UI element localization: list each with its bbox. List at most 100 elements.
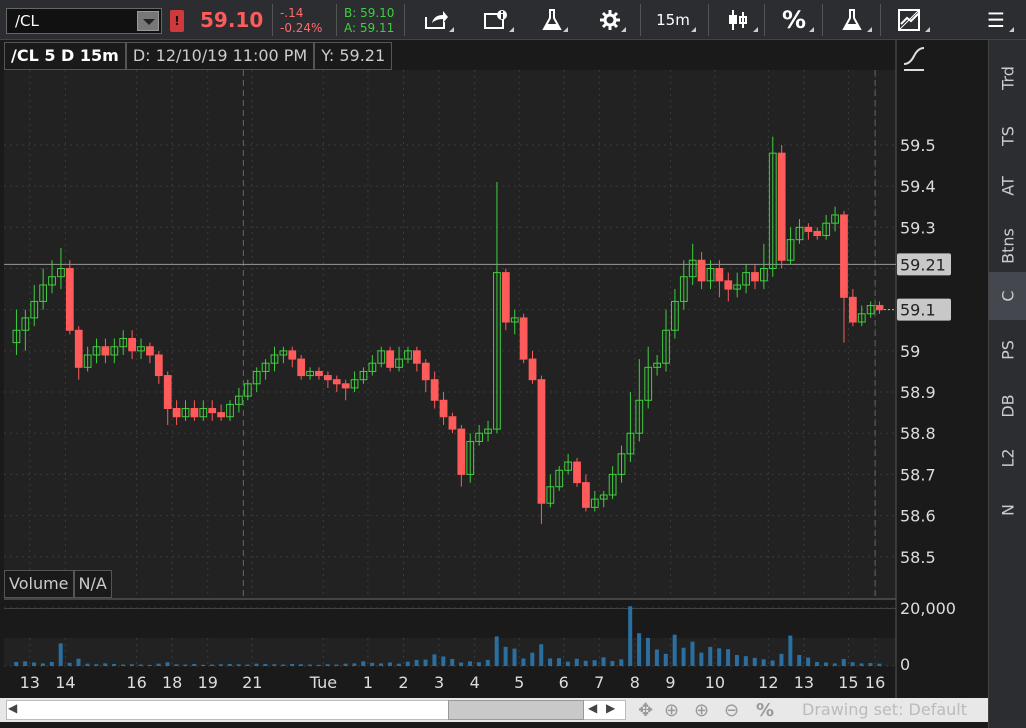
tab-db[interactable]: DB [989, 382, 1026, 430]
studies-button[interactable] [536, 6, 568, 34]
scroll-left-icon[interactable]: ◀ [588, 701, 597, 715]
tab-trade[interactable]: Trd [989, 54, 1026, 102]
volume-bar [432, 654, 437, 666]
drawings-button[interactable] [890, 6, 930, 34]
time-tick-label: 5 [514, 673, 524, 692]
volume-bar [690, 641, 695, 666]
gear-icon [600, 10, 620, 30]
timeframe-button[interactable]: 15m [650, 6, 696, 34]
candle-body [840, 214, 848, 298]
candle-body [323, 375, 332, 381]
volume-bar [325, 664, 330, 666]
chart-area[interactable]: 59.559.459.359.259.15958.958.858.758.658… [0, 40, 988, 698]
volume-bar [32, 662, 37, 666]
crosshair-icon[interactable]: ⊕ [664, 700, 679, 721]
volume-bar [343, 663, 348, 666]
candle-body [457, 428, 466, 475]
tab-buttons[interactable]: Btns [989, 222, 1026, 270]
chart-symbol-label[interactable]: /CL 5 D 15m [4, 42, 126, 70]
volume-bar [405, 661, 410, 666]
zoom-out-icon[interactable]: ⊖ [724, 700, 739, 721]
volume-bar [396, 663, 401, 666]
info-button[interactable] [478, 6, 514, 34]
symbol-selector[interactable]: /CL [6, 8, 162, 34]
volume-bar [601, 657, 606, 666]
volume-bar [654, 649, 659, 666]
volume-bar [281, 664, 286, 666]
hamburger-icon: ☰ [987, 8, 1005, 32]
volume-bar [734, 654, 739, 666]
candle-body [217, 412, 225, 418]
volume-bar [183, 664, 188, 666]
volume-bar [174, 664, 179, 666]
time-tick-label: 9 [665, 673, 675, 692]
zoom-in-icon[interactable]: ⊕ [694, 700, 709, 721]
tab-active-trader[interactable]: AT [989, 162, 1026, 210]
symbol-dropdown-icon[interactable] [137, 11, 159, 31]
toolbar-divider [822, 4, 823, 36]
volume-bar [699, 652, 704, 666]
candle-body [439, 399, 448, 418]
time-tick-label: Tue [309, 673, 337, 692]
volume-label[interactable]: Volume [4, 570, 74, 598]
pan-icon[interactable]: ✥ [638, 700, 653, 721]
volume-bar [485, 659, 490, 666]
candle-body [412, 350, 421, 364]
tab-ps[interactable]: PS [989, 326, 1026, 374]
volume-bar [307, 664, 312, 666]
candle-body [146, 346, 154, 356]
share-button[interactable] [418, 6, 454, 34]
candle-body [163, 375, 172, 410]
tab-news[interactable]: N [989, 486, 1026, 534]
volume-bar [832, 663, 837, 666]
volume-bar [352, 663, 357, 666]
chart-header: /CL 5 D 15m D: 12/10/19 11:00 PM Y: 59.2… [4, 42, 393, 70]
volume-bar [290, 663, 295, 666]
candle-body [341, 383, 350, 389]
time-tick-label: 8 [630, 673, 640, 692]
alert-icon[interactable]: ! [170, 10, 184, 32]
expand-chart-button[interactable] [900, 44, 930, 72]
flask-icon [842, 9, 862, 30]
tab-chart[interactable]: C [989, 272, 1026, 320]
tab-label: AT [998, 176, 1018, 196]
time-tick-label: 21 [242, 673, 262, 692]
expand-icon [903, 47, 925, 71]
volume-bar [121, 664, 126, 666]
percent-button[interactable]: % [774, 6, 814, 34]
candle-body [430, 379, 439, 401]
price-marker-label: 59.21 [900, 255, 946, 274]
time-tick-label: 3 [434, 673, 444, 692]
percent-zoom-icon[interactable]: % [756, 700, 774, 721]
price-tick-label: 59.5 [900, 136, 936, 155]
candle-body [74, 329, 83, 368]
tab-level2[interactable]: L2 [989, 434, 1026, 482]
candle-body [875, 305, 884, 311]
settings-button[interactable] [594, 6, 626, 34]
tab-label: L2 [998, 448, 1018, 468]
scroll-thumb[interactable] [448, 700, 584, 720]
menu-button[interactable]: ☰ [978, 6, 1014, 34]
drawing-set-label[interactable]: Drawing set: Default [802, 700, 967, 719]
change-value: -.14 [280, 6, 304, 20]
chart-style-button[interactable] [718, 6, 758, 34]
volume-bar [806, 657, 811, 666]
info-icon [484, 10, 507, 29]
volume-bar [539, 644, 544, 666]
volume-bar [103, 663, 108, 666]
scroll-right-icon[interactable]: ▶ [606, 701, 615, 715]
tab-time-sales[interactable]: TS [989, 112, 1026, 160]
time-tick-label: 6 [559, 673, 569, 692]
volume-bar [743, 656, 748, 666]
scroll-left-icon[interactable]: ◀ [8, 701, 17, 715]
candle-body [65, 267, 74, 331]
studies-dropdown-button[interactable] [832, 6, 872, 34]
volume-bar [129, 664, 134, 666]
price-tick-label: 58.9 [900, 383, 936, 402]
volume-bar [548, 658, 553, 666]
candle-body [751, 272, 759, 282]
time-tick-label: 12 [758, 673, 778, 692]
time-tick-label: 14 [55, 673, 75, 692]
volume-bar [628, 606, 633, 666]
volume-bar [361, 661, 366, 666]
